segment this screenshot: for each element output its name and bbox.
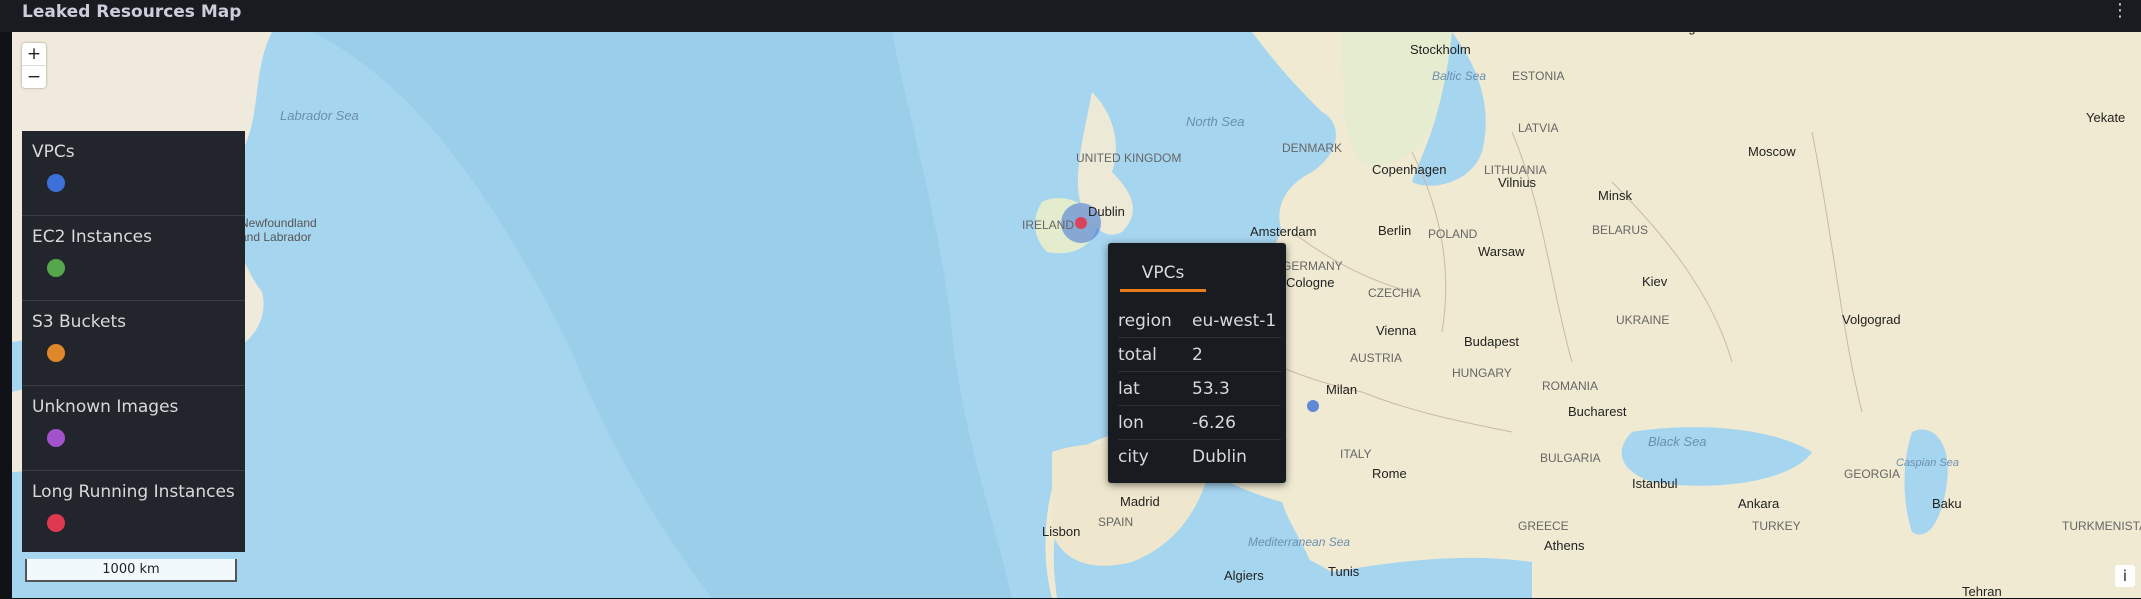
zoom-control: + − [22, 43, 46, 88]
legend-label: EC2 Instances [32, 227, 152, 247]
row-key: region [1118, 304, 1192, 338]
map-panel: Leaked Resources Map ⋮ Labrador Sea Newf… [0, 0, 2141, 599]
row-key: lat [1118, 371, 1192, 406]
basemap [12, 32, 2141, 598]
table-row: lon -6.26 [1118, 405, 1281, 440]
info-icon[interactable]: i [2115, 565, 2135, 587]
table-row: total 2 [1118, 337, 1281, 372]
row-value: 53.3 [1192, 371, 1281, 406]
row-key: lon [1118, 405, 1192, 440]
row-value: Dublin [1192, 446, 1247, 467]
legend-swatch [47, 174, 65, 192]
marker-tooltip: VPCs region eu-west-1 total 2 lat 53.3 lon -… [1108, 243, 1286, 483]
map-legend: VPCs EC2 Instances S3 Buckets Unknown Im… [22, 131, 245, 552]
legend-label: Long Running Instances [32, 482, 235, 502]
row-value: -6.26 [1192, 405, 1281, 440]
tooltip-tab-vpcs[interactable]: VPCs [1120, 257, 1206, 292]
row-key: total [1118, 337, 1192, 372]
map-canvas[interactable]: Labrador Sea Newfoundland and Labrador Nort… [12, 32, 2141, 598]
legend-item-ec2-instances[interactable]: EC2 Instances [22, 216, 245, 301]
row-value: 2 [1192, 337, 1281, 372]
long-running-marker-dublin [1075, 217, 1087, 229]
legend-label: Unknown Images [32, 397, 179, 417]
row-key: city [1118, 446, 1149, 467]
vpc-marker-milan [1307, 400, 1319, 412]
legend-swatch [47, 429, 65, 447]
legend-item-unknown-images[interactable]: Unknown Images [22, 386, 245, 471]
kebab-menu-icon[interactable]: ⋮ [2111, 2, 2129, 20]
panel-title: Leaked Resources Map [22, 2, 242, 22]
legend-swatch [47, 344, 65, 362]
table-row: region eu-west-1 [1118, 304, 1281, 338]
scale-bar: 1000 km [25, 559, 237, 582]
legend-item-long-running-instances[interactable]: Long Running Instances [22, 471, 245, 555]
legend-item-s3-buckets[interactable]: S3 Buckets [22, 301, 245, 386]
panel-header: Leaked Resources Map ⋮ [0, 0, 2141, 32]
zoom-in-button[interactable]: + [22, 43, 46, 66]
row-value: eu-west-1 [1192, 304, 1281, 338]
legend-label: VPCs [32, 142, 75, 162]
legend-item-vpcs[interactable]: VPCs [22, 131, 245, 216]
legend-swatch [47, 259, 65, 277]
zoom-out-button[interactable]: − [22, 66, 46, 88]
table-row: lat 53.3 [1118, 371, 1281, 406]
table-row: city Dublin [1118, 440, 1281, 474]
tooltip-table: region eu-west-1 total 2 lat 53.3 lon -6.26 … [1118, 304, 1281, 473]
legend-label: S3 Buckets [32, 312, 127, 332]
legend-swatch [47, 514, 65, 532]
